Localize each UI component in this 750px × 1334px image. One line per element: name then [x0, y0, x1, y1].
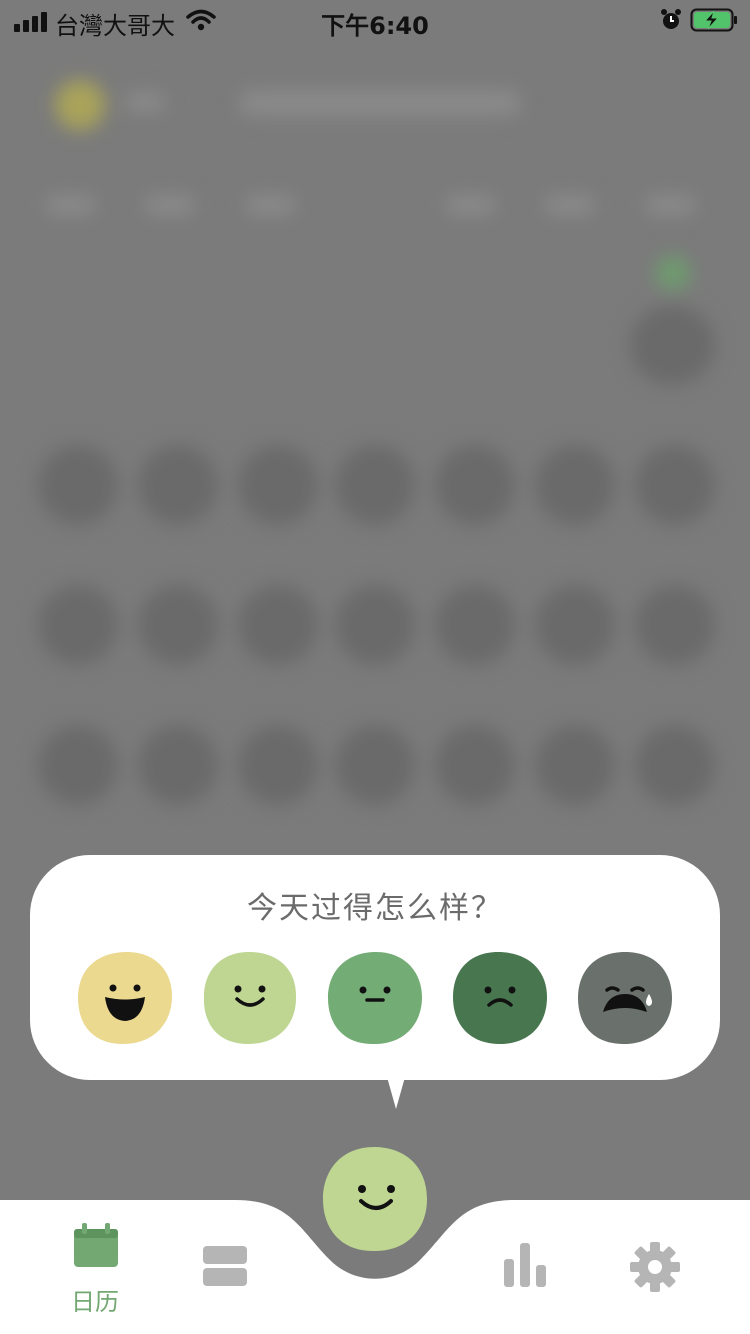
mood-option-bad[interactable] — [451, 950, 549, 1046]
mood-blob — [323, 1146, 427, 1252]
status-time: 下午6:40 — [321, 12, 429, 40]
mood-option-meh[interactable] — [326, 950, 424, 1046]
gear-icon — [630, 1242, 680, 1292]
mood-blob — [203, 951, 297, 1044]
tab-calendar-label: 日历 — [71, 1288, 119, 1316]
mood-option-good[interactable] — [201, 950, 299, 1046]
mood-options — [76, 950, 676, 1050]
alarm-icon — [660, 8, 682, 38]
popup-pointer — [387, 1077, 405, 1109]
smile-face-icon — [203, 951, 297, 1044]
mood-prompt-popup: 今天过得怎么样？ — [30, 855, 720, 1109]
mood-blob — [453, 952, 547, 1044]
crying-face-icon — [578, 952, 672, 1044]
stacked-list-icon — [203, 1246, 247, 1286]
tab-entries[interactable] — [195, 1238, 255, 1288]
bar-chart-icon — [504, 1243, 546, 1287]
tab-settings[interactable] — [625, 1238, 685, 1298]
app-screen: 台灣大哥大 下午6:40 今天过得怎么样？ 日历 — [0, 0, 750, 1334]
mood-prompt-title: 今天过得怎么样？ — [247, 891, 503, 926]
battery-charging-icon — [690, 8, 740, 38]
smile-face-icon — [323, 1146, 427, 1252]
mood-option-rad[interactable] — [76, 950, 174, 1046]
neutral-face-icon — [328, 951, 422, 1045]
tab-stats[interactable] — [495, 1238, 555, 1288]
big-smile-face-icon — [78, 951, 172, 1044]
mood-blob — [78, 951, 172, 1044]
mood-blob — [328, 951, 422, 1045]
frown-face-icon — [453, 952, 547, 1044]
status-bar: 台灣大哥大 下午6:40 — [0, 0, 750, 40]
mood-option-awful[interactable] — [576, 950, 674, 1046]
calendar-icon — [74, 1223, 118, 1267]
add-entry-button[interactable] — [321, 1145, 429, 1253]
tab-calendar[interactable]: 日历 — [55, 1220, 135, 1320]
